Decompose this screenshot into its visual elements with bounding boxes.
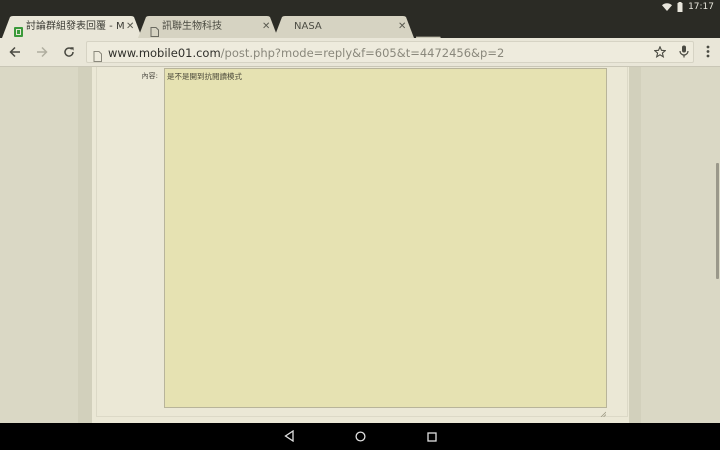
menu-button[interactable]: [696, 38, 720, 67]
page-icon: [150, 22, 159, 37]
status-indicators: 17:17: [662, 1, 714, 12]
tab-title: 訊聯生物科技: [162, 21, 222, 32]
back-button[interactable]: [3, 38, 27, 67]
mobile01-favicon: [14, 22, 23, 37]
overflow-menu-icon: [706, 43, 710, 62]
nav-home-button[interactable]: [352, 429, 368, 443]
url-text[interactable]: www.mobile01.com/post.php?mode=reply&f=6…: [108, 46, 504, 60]
address-bar[interactable]: www.mobile01.com/post.php?mode=reply&f=6…: [86, 41, 694, 63]
nav-back-button[interactable]: [281, 429, 297, 443]
left-gutter: [78, 67, 92, 423]
mic-icon: [679, 43, 689, 62]
triangle-back-icon: [284, 427, 294, 446]
tab-title: NASA: [294, 21, 322, 32]
browser-toolbar: www.mobile01.com/post.php?mode=reply&f=6…: [0, 38, 720, 67]
right-gutter: [629, 67, 641, 423]
star-icon: [653, 43, 667, 62]
reload-icon: [63, 43, 75, 62]
nav-recents-button[interactable]: [424, 429, 440, 443]
clock: 17:17: [688, 1, 714, 12]
wifi-icon: [662, 2, 673, 11]
forward-button[interactable]: [30, 38, 54, 67]
back-arrow-icon: [9, 43, 21, 62]
tab-title: 討論群組發表回覆 - M: [26, 21, 124, 32]
bookmark-button[interactable]: [648, 38, 672, 67]
page-info-icon[interactable]: [93, 47, 102, 66]
close-tab-icon[interactable]: ✕: [126, 20, 134, 34]
tab-nasa[interactable]: NASA ✕: [274, 16, 414, 38]
system-nav-bar: [0, 423, 720, 450]
content-label: 內容:: [141, 72, 158, 80]
tab-discussion-reply[interactable]: 討論群組發表回覆 - M ✕: [2, 16, 142, 38]
circle-home-icon: [354, 427, 366, 446]
tab-cordlife[interactable]: 訊聯生物科技 ✕: [138, 16, 278, 38]
status-bar: 17:17: [0, 0, 720, 13]
battery-icon: [677, 1, 683, 12]
url-host: www.mobile01.com: [108, 46, 221, 60]
close-tab-icon[interactable]: ✕: [262, 20, 270, 34]
page-scrollbar[interactable]: [716, 163, 719, 279]
forward-arrow-icon: [36, 43, 48, 62]
resize-handle-icon[interactable]: [600, 402, 607, 418]
reload-button[interactable]: [57, 38, 81, 67]
page-content: 內容: 是不是開到抗閱讀模式: [0, 67, 720, 423]
content-textarea[interactable]: 是不是開到抗閱讀模式: [164, 68, 607, 408]
close-tab-icon[interactable]: ✕: [398, 20, 406, 34]
tab-strip: 討論群組發表回覆 - M ✕ 訊聯生物科技 ✕ NASA ✕: [0, 13, 720, 48]
square-recents-icon: [427, 427, 437, 446]
voice-search-button[interactable]: [672, 38, 696, 67]
url-path: /post.php?mode=reply&f=605&t=4472456&p=2: [220, 46, 505, 60]
